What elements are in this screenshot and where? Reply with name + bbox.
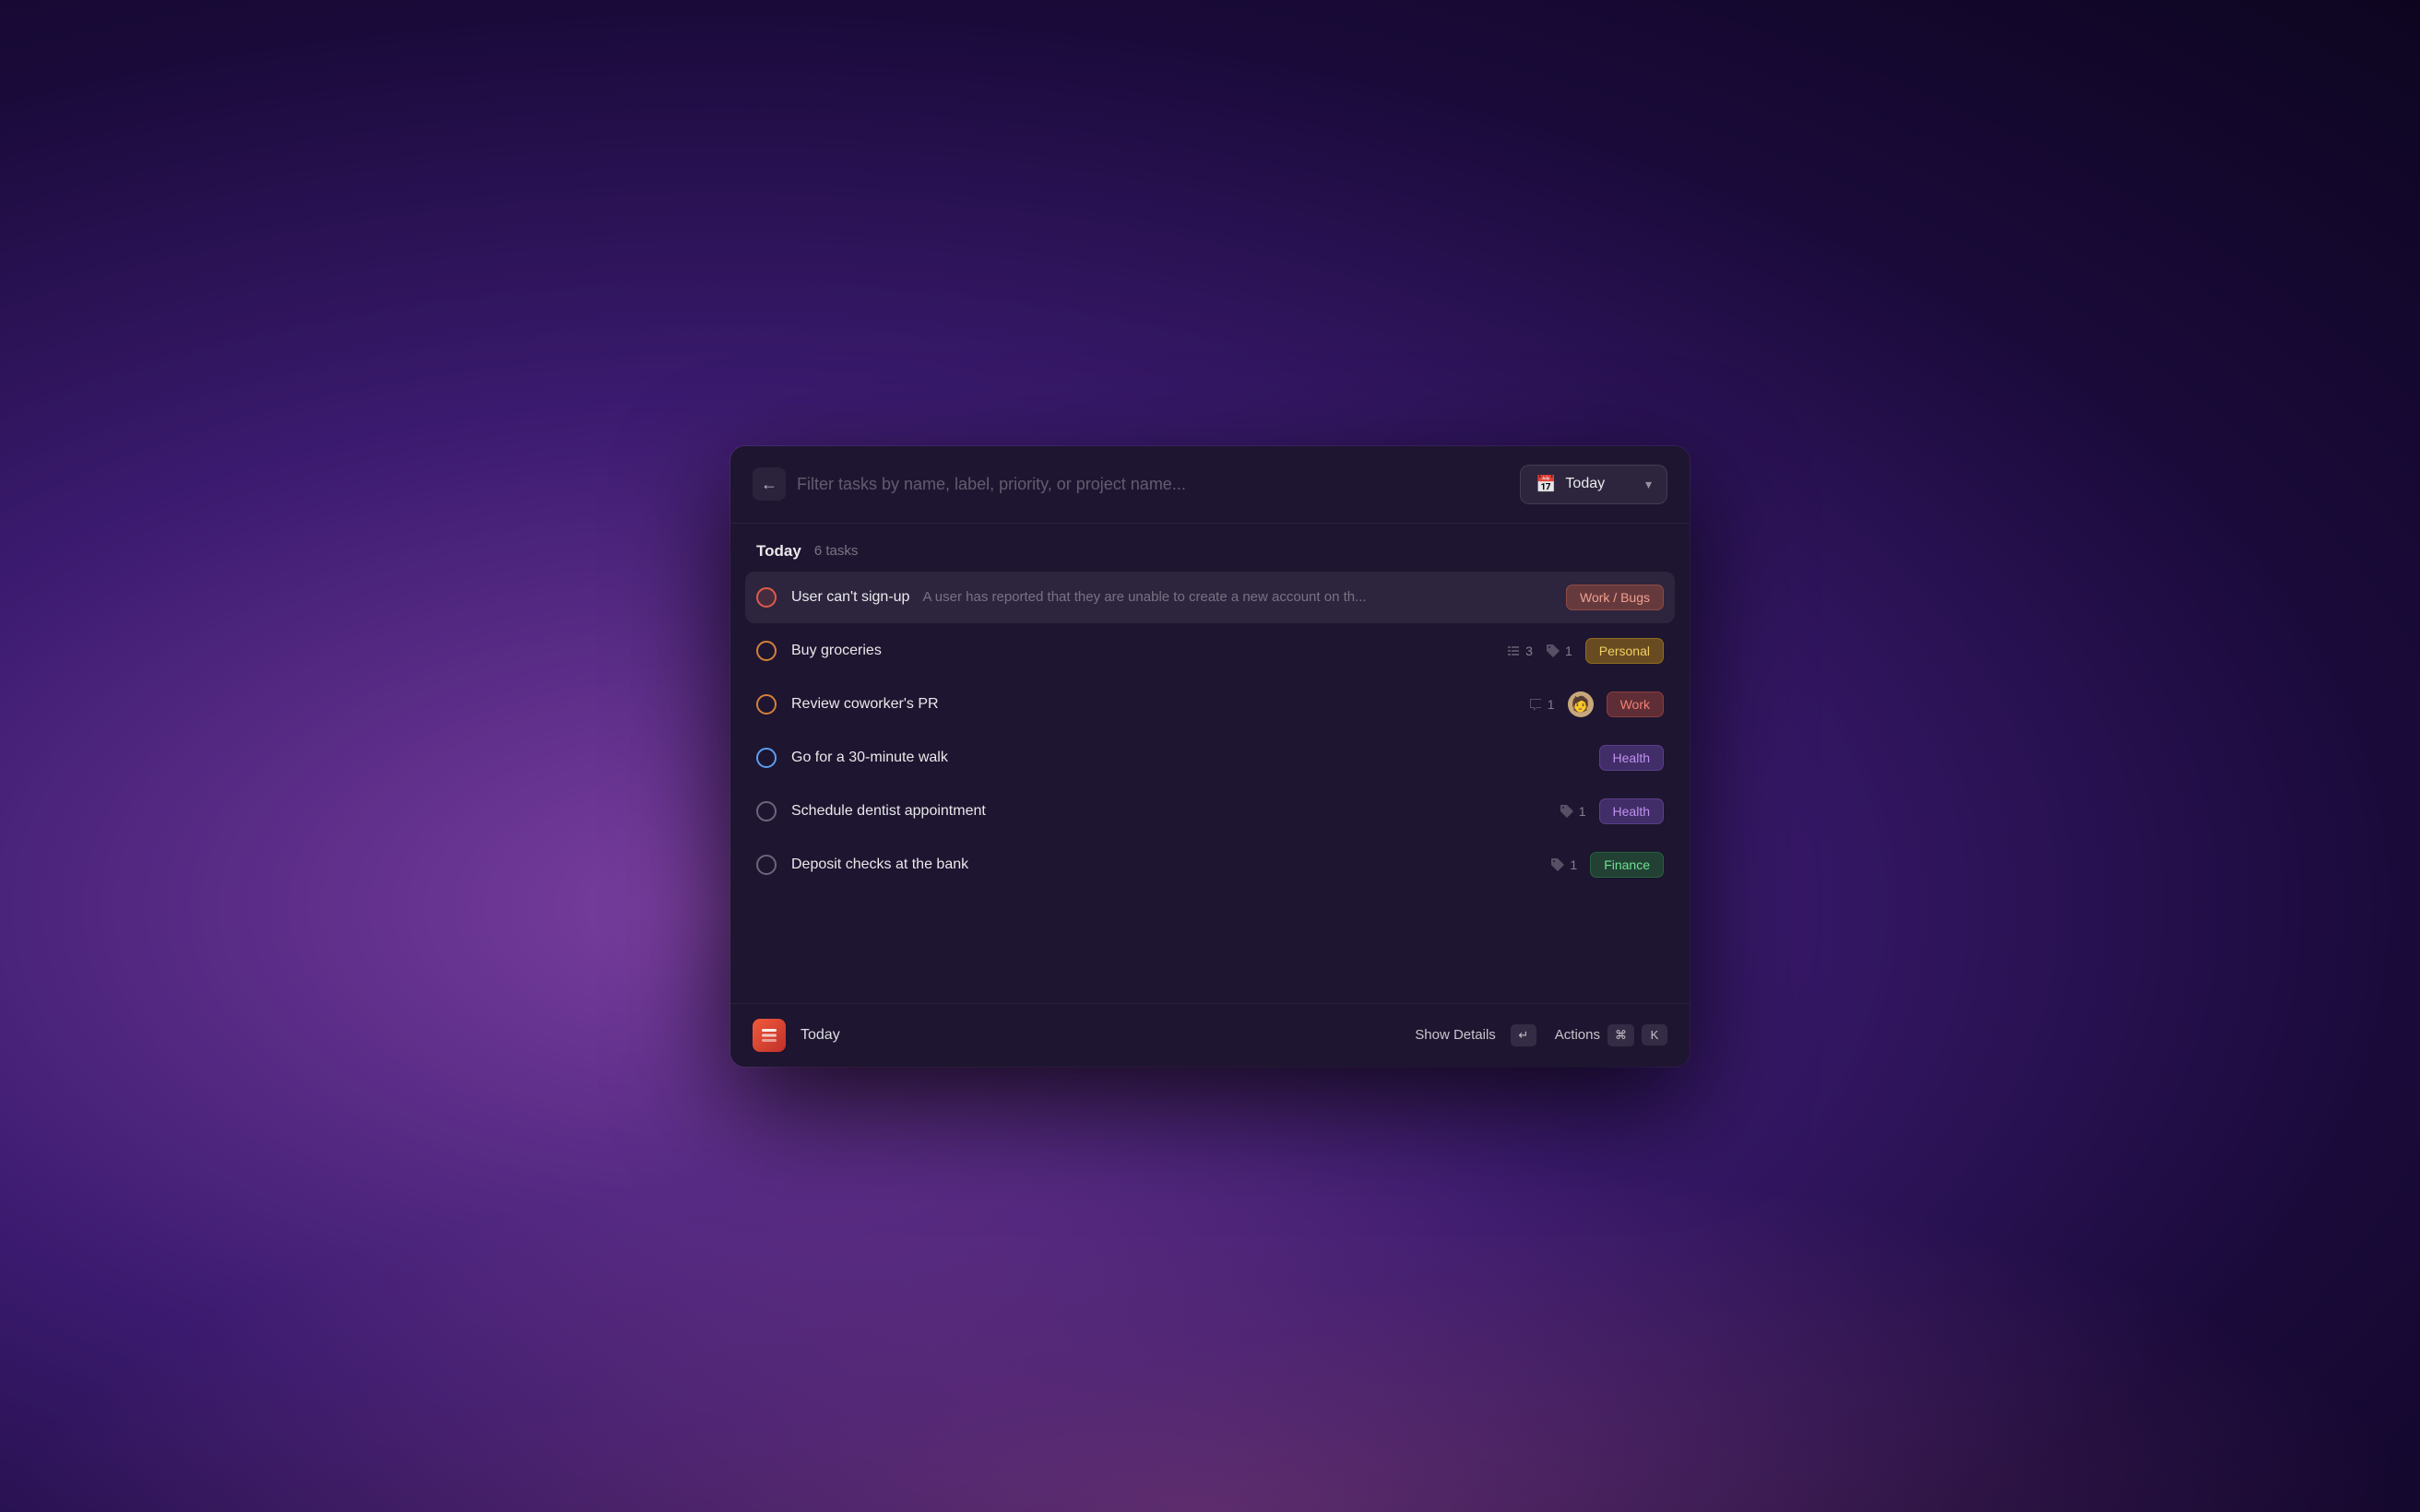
task-tag[interactable]: Work [1607,691,1664,717]
task-checkbox[interactable] [756,801,777,821]
task-title: Go for a 30-minute walk [791,750,948,766]
tag-count: 1 [1560,804,1586,819]
task-title: Schedule dentist appointment [791,803,986,820]
k-key-badge: K [1642,1024,1667,1045]
task-meta: 1 Health [1560,798,1664,824]
task-checkbox[interactable] [756,641,777,661]
section-title: Today [756,542,801,561]
table-row[interactable]: Buy groceries 3 1 Personal [745,625,1675,677]
task-title: Deposit checks at the bank [791,856,968,873]
task-meta: Health [1599,745,1664,771]
table-row[interactable]: User can't sign-up A user has reported t… [745,572,1675,623]
task-checkbox[interactable] [756,587,777,608]
table-row[interactable]: Go for a 30-minute walk Health [745,732,1675,784]
show-details-button[interactable]: Show Details [1415,1027,1496,1043]
search-bar: ← 📅 Today ▾ [730,446,1690,524]
task-tag[interactable]: Health [1599,798,1664,824]
enter-key-badge: ↵ [1511,1024,1536,1046]
task-count: 6 tasks [814,543,859,559]
tag-icon [1550,857,1565,872]
task-tag[interactable]: Work / Bugs [1566,585,1664,610]
task-list: User can't sign-up A user has reported t… [730,572,1690,891]
app-logo [753,1019,786,1052]
task-meta: 3 1 Personal [1506,638,1664,664]
cmd-key-badge: ⌘ [1607,1024,1634,1046]
chevron-down-icon: ▾ [1645,477,1652,492]
task-meta: 1 Finance [1550,852,1664,878]
task-description: A user has reported that they are unable… [922,589,1366,605]
calendar-icon: 📅 [1536,475,1556,494]
actions-button[interactable]: Actions [1555,1027,1600,1043]
task-tag[interactable]: Health [1599,745,1664,771]
tag-icon [1560,804,1574,819]
task-title: User can't sign-up [791,589,909,606]
tag-count: 1 [1550,857,1577,872]
task-meta: Work / Bugs [1566,585,1664,610]
comment-count: 1 [1528,697,1555,712]
task-title: Buy groceries [791,643,882,659]
date-label: Today [1565,476,1636,492]
task-checkbox[interactable] [756,694,777,715]
tag-count: 1 [1546,644,1572,658]
empty-area [730,892,1690,1003]
tag-icon [1546,644,1560,658]
task-tag[interactable]: Personal [1585,638,1664,664]
section-header: Today 6 tasks [730,524,1690,572]
logo-icon [759,1025,779,1045]
search-input[interactable] [797,475,1509,494]
task-checkbox[interactable] [756,855,777,875]
table-row[interactable]: Review coworker's PR 1 🧑 Work [745,679,1675,730]
bottom-bar: Today Show Details ↵ Actions ⌘ K [730,1003,1690,1067]
task-tag[interactable]: Finance [1590,852,1664,878]
task-checkbox[interactable] [756,748,777,768]
table-row[interactable]: Deposit checks at the bank 1 Finance [745,839,1675,891]
task-meta: 1 🧑 Work [1528,691,1664,717]
bottom-bar-title: Today [801,1027,1400,1044]
date-selector[interactable]: 📅 Today ▾ [1520,465,1667,504]
app-window: ← 📅 Today ▾ Today 6 tasks User can't sig… [730,446,1690,1067]
bottom-right: Show Details ↵ Actions ⌘ K [1415,1024,1667,1046]
back-button[interactable]: ← [753,467,786,501]
avatar: 🧑 [1568,691,1594,717]
table-row[interactable]: Schedule dentist appointment 1 Health [745,786,1675,837]
comment-icon [1528,697,1543,712]
subtask-count: 3 [1506,644,1533,658]
task-title: Review coworker's PR [791,696,939,713]
content-area: Today 6 tasks User can't sign-up A user … [730,524,1690,892]
subtask-icon [1506,644,1521,658]
